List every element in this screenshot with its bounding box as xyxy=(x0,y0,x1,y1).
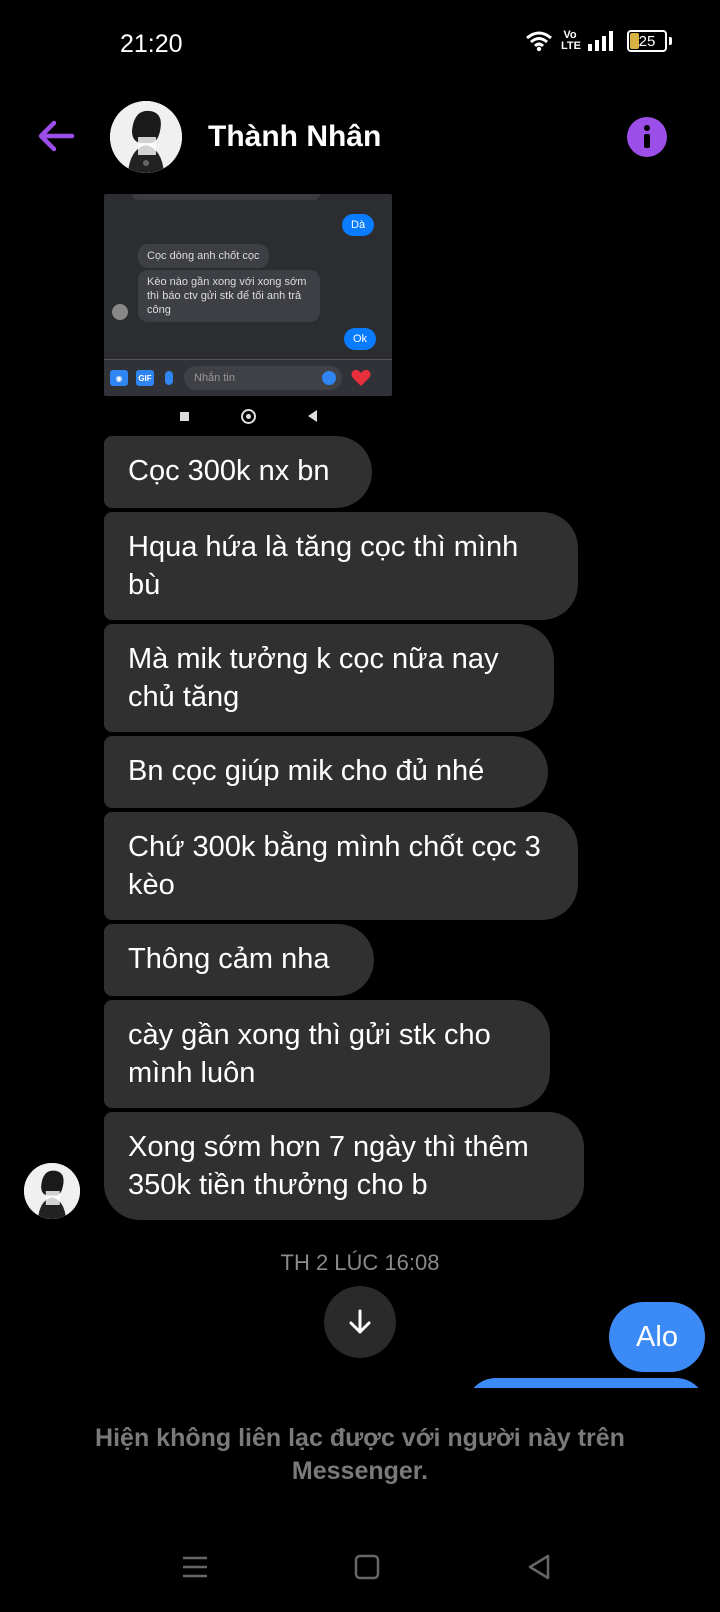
mini-input: Nhắn tin xyxy=(184,366,342,390)
status-time: 21:20 xyxy=(120,30,183,58)
contact-name[interactable]: Thành Nhân xyxy=(208,120,381,154)
mini-composer: ◉ GIF Nhắn tin xyxy=(104,359,392,396)
emoji-icon xyxy=(322,371,336,385)
message-bubble[interactable]: Hqua hứa là tăng cọc thì mình bù xyxy=(104,512,578,620)
square-icon xyxy=(179,411,189,421)
circle-icon xyxy=(240,408,256,424)
message-bubble[interactable]: cày gần xong thì gửi stk cho mình luôn xyxy=(104,1000,550,1108)
mini-input-placeholder: Nhắn tin xyxy=(194,372,235,384)
camera-icon: ◉ xyxy=(110,370,128,386)
info-icon xyxy=(644,125,650,148)
system-navbar xyxy=(0,1540,720,1596)
message-timestamp: TH 2 LÚC 16:08 xyxy=(280,1250,440,1275)
sent-message-bubble[interactable]: Alo xyxy=(609,1302,705,1372)
mini-bubble-ok: Ok xyxy=(344,328,377,350)
message-bubble[interactable]: Mà mik tưởng k cọc nữa nay chủ tăng xyxy=(104,624,554,732)
mini-navbar xyxy=(104,404,392,428)
arrow-down-icon xyxy=(349,1309,371,1334)
message-bubble[interactable]: Cọc 300k nx bn xyxy=(104,436,372,508)
triangle-icon xyxy=(307,410,317,422)
info-button[interactable] xyxy=(627,117,667,157)
mini-bubble-1: Cọc dòng anh chốt cọc xyxy=(138,244,269,268)
battery-level: 25 xyxy=(638,32,656,50)
mini-bubble-2: Kèo nào gần xong với xong sớm thì báo ct… xyxy=(138,270,320,322)
contact-avatar[interactable] xyxy=(110,101,182,173)
mini-avatar xyxy=(112,304,128,320)
arrow-left-icon xyxy=(38,120,75,152)
message-bubble[interactable]: Bn cọc giúp mik cho đủ nhé xyxy=(104,736,548,808)
image-message[interactable]: Dà Cọc dòng anh chốt cọc Kèo nào gần xon… xyxy=(104,194,392,396)
message-bubble[interactable]: Chứ 300k bằng mình chốt cọc 3 kèo xyxy=(104,812,578,920)
volte-label: Vo LTE xyxy=(561,29,581,52)
battery-tip xyxy=(669,37,672,45)
mini-bubble-cut xyxy=(132,194,320,200)
sender-avatar[interactable] xyxy=(24,1163,80,1219)
divider xyxy=(0,1388,720,1418)
wifi-icon xyxy=(526,31,552,52)
status-icons: Vo LTE 25 xyxy=(525,30,672,52)
menu-icon[interactable] xyxy=(180,1552,210,1582)
avatar-figure xyxy=(24,1163,80,1219)
heart-icon xyxy=(351,369,371,386)
mini-bubble-da: Dà xyxy=(342,214,375,236)
back-nav-icon[interactable] xyxy=(524,1552,554,1582)
mic-icon xyxy=(165,371,173,385)
scroll-down-button[interactable] xyxy=(324,1286,396,1358)
battery-icon: 25 xyxy=(627,30,667,52)
unavailable-notice: Hiện không liên lạc được với người này t… xyxy=(95,1424,625,1485)
home-icon[interactable] xyxy=(352,1552,382,1582)
gif-icon: GIF xyxy=(136,370,154,386)
message-bubble[interactable]: Thông cảm nha xyxy=(104,924,374,996)
avatar-figure xyxy=(110,101,182,173)
back-button[interactable] xyxy=(34,114,78,158)
message-bubble[interactable]: Xong sớm hơn 7 ngày thì thêm 350k tiền t… xyxy=(104,1112,584,1220)
signal-icon xyxy=(588,31,613,51)
